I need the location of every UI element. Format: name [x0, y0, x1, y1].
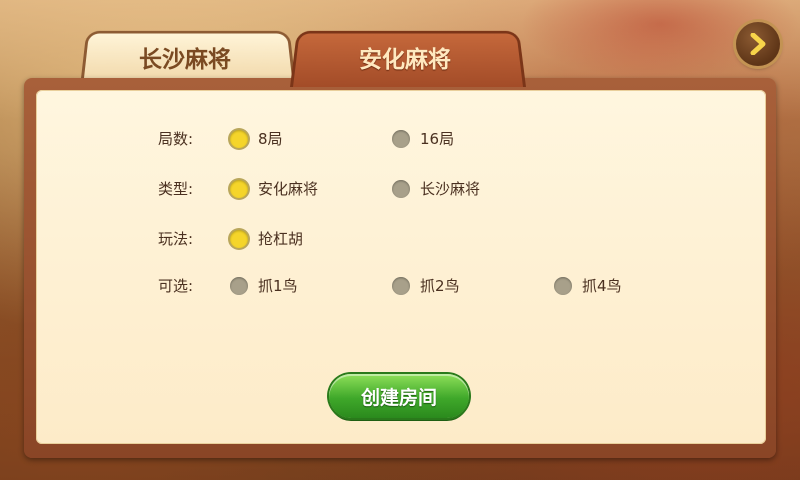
- tab-changsha-label[interactable]: 长沙麻将: [80, 40, 290, 74]
- rounds-label: 局数:: [158, 130, 194, 148]
- option-label: 8局: [258, 130, 283, 148]
- radio-unselected-icon: [392, 276, 410, 295]
- option-extra-4-bird[interactable]: 抓4鸟: [554, 275, 622, 296]
- type-label: 类型:: [158, 180, 194, 198]
- option-extra-2-bird[interactable]: 抓2鸟: [392, 275, 460, 296]
- option-label: 安化麻将: [258, 180, 319, 198]
- next-button[interactable]: [736, 22, 780, 66]
- option-label: 抢杠胡: [258, 230, 304, 248]
- option-rounds-8[interactable]: 8局: [230, 128, 283, 149]
- radio-selected-icon: [230, 229, 248, 248]
- option-label: 抓4鸟: [582, 277, 622, 295]
- tab-anhua-label[interactable]: 安化麻将: [290, 40, 520, 74]
- option-play-qiangganghu[interactable]: 抢杠胡: [230, 228, 303, 249]
- extras-label: 可选:: [158, 277, 194, 295]
- radio-selected-icon: [230, 179, 248, 198]
- play-label: 玩法:: [158, 230, 194, 248]
- option-rounds-16[interactable]: 16局: [392, 128, 454, 149]
- create-room-button[interactable]: 创建房间: [329, 374, 469, 418]
- option-label: 长沙麻将: [420, 180, 481, 198]
- option-label: 16局: [420, 130, 455, 148]
- option-type-anhua[interactable]: 安化麻将: [230, 178, 318, 199]
- option-label: 抓2鸟: [420, 277, 460, 295]
- radio-unselected-icon: [392, 179, 410, 198]
- option-label: 抓1鸟: [258, 277, 298, 295]
- radio-unselected-icon: [392, 129, 410, 148]
- chevron-right-icon: [750, 33, 766, 55]
- option-extra-1-bird[interactable]: 抓1鸟: [230, 275, 298, 296]
- radio-selected-icon: [230, 129, 248, 148]
- radio-unselected-icon: [230, 276, 248, 295]
- option-type-changsha[interactable]: 长沙麻将: [392, 178, 480, 199]
- radio-unselected-icon: [554, 276, 572, 295]
